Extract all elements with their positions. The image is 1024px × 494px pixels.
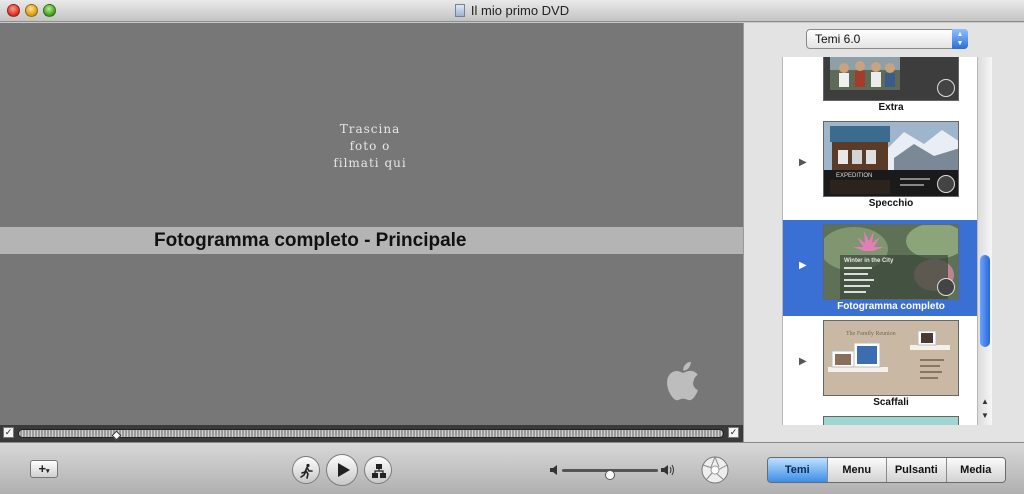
speaker-low-icon	[550, 465, 557, 475]
apple-logo-icon	[667, 361, 698, 401]
scroll-down-arrow-icon[interactable]: ▼	[981, 411, 989, 420]
motion-walk-icon	[937, 79, 955, 97]
speaker-high-icon	[661, 464, 674, 476]
menu-down-icon: ▾	[46, 468, 50, 475]
play-icon	[338, 463, 350, 477]
themes-panel: Temi 6.0 ▲ ▼ Extra ▶ EXPEDITION Specchio…	[743, 23, 1024, 442]
theme-label: Scaffali	[873, 397, 909, 408]
theme-label: Fotogramma completo	[837, 301, 945, 312]
motion-walk-icon	[937, 278, 955, 296]
disclosure-triangle-icon[interactable]: ▶	[799, 157, 807, 168]
scrollbar-thumb[interactable]	[980, 255, 990, 347]
select-arrows-icon: ▲ ▼	[952, 29, 968, 49]
menu-caption: Fotogramma completo - Principale	[154, 230, 467, 251]
panel-tabs: Temi Menu Pulsanti Media	[767, 457, 1006, 483]
theme-item-scaffali[interactable]: ▶ The Family Reunion Scaffali	[783, 316, 992, 412]
fotogramma-title-text: Winter in the City	[844, 258, 894, 264]
volume-slider[interactable]	[562, 469, 658, 480]
disclosure-triangle-icon[interactable]: ▶	[799, 356, 807, 367]
scrubber-handle[interactable]	[111, 430, 122, 441]
specchio-banner-text: EXPEDITION	[836, 173, 872, 179]
menu-caption-band: Fotogramma completo - Principale	[0, 227, 743, 254]
tab-media[interactable]: Media	[946, 458, 1005, 482]
disclosure-triangle-icon[interactable]: ▶	[799, 260, 807, 271]
theme-item-specchio[interactable]: ▶ EXPEDITION Specchio	[783, 117, 992, 213]
loop-start-checkbox[interactable]: ✓	[3, 427, 14, 438]
document-icon	[454, 4, 465, 17]
drop-hint-line: filmati qui	[333, 156, 407, 170]
tab-temi[interactable]: Temi	[768, 458, 828, 482]
theme-thumbnail: The Family Reunion	[823, 320, 959, 396]
tab-menu[interactable]: Menu	[827, 458, 887, 482]
scroll-up-arrow-icon[interactable]: ▲	[981, 397, 989, 406]
theme-set-select[interactable]: Temi 6.0 ▲ ▼	[806, 29, 968, 49]
timeline-scrubber[interactable]	[18, 429, 724, 441]
theme-thumbnail	[823, 57, 959, 101]
add-button[interactable]: +▾	[30, 460, 58, 478]
theme-item-extra[interactable]: Extra	[783, 57, 992, 117]
map-icon	[372, 464, 386, 478]
bottom-toolbar: +▾ Temi Menu Pulsanti Media	[0, 442, 1024, 494]
tab-pulsanti[interactable]: Pulsanti	[887, 458, 947, 482]
motion-walk-icon	[937, 175, 955, 193]
theme-thumbnail: EXPEDITION	[823, 121, 959, 197]
volume-control	[550, 464, 675, 480]
timeline-scrubber-row: ✓ ✓	[0, 425, 743, 442]
window-title: Il mio primo DVD	[0, 3, 1024, 18]
add-label: +	[38, 461, 47, 476]
motion-walk-icon	[300, 463, 313, 479]
scaffali-thumbnail-image: The Family Reunion	[824, 321, 958, 395]
theme-list[interactable]: Extra ▶ EXPEDITION Specchio ▶ Winter in …	[782, 57, 992, 425]
theme-label: Specchio	[868, 198, 914, 209]
window-title-text: Il mio primo DVD	[470, 3, 570, 18]
drop-hint-line: Trascina	[339, 122, 401, 136]
play-button[interactable]	[326, 454, 358, 486]
map-button[interactable]	[364, 456, 392, 484]
drop-hint-line: foto o	[349, 139, 391, 153]
theme-item-fotogramma-completo[interactable]: ▶ Winter in the City Fotogramma completo	[783, 220, 992, 316]
motion-button[interactable]	[292, 456, 320, 484]
theme-set-value: Temi 6.0	[815, 32, 861, 46]
drop-zone-hint[interactable]: Trascina foto o filmati qui	[300, 121, 440, 172]
volume-slider-thumb[interactable]	[605, 470, 615, 480]
theme-list-scrollbar[interactable]: ▲ ▼	[977, 57, 992, 425]
theme-item-next[interactable]	[783, 412, 992, 425]
loop-end-checkbox[interactable]: ✓	[728, 427, 739, 438]
scaffali-title-text: The Family Reunion	[846, 331, 896, 337]
menu-preview[interactable]: Trascina foto o filmati qui Fotogramma c…	[0, 23, 743, 425]
theme-thumbnail: Winter in the City	[823, 224, 959, 300]
theme-thumbnail	[823, 416, 959, 425]
theme-label: Extra	[878, 102, 904, 113]
title-bar: Il mio primo DVD	[0, 0, 1024, 22]
aperture-icon[interactable]	[700, 455, 730, 485]
